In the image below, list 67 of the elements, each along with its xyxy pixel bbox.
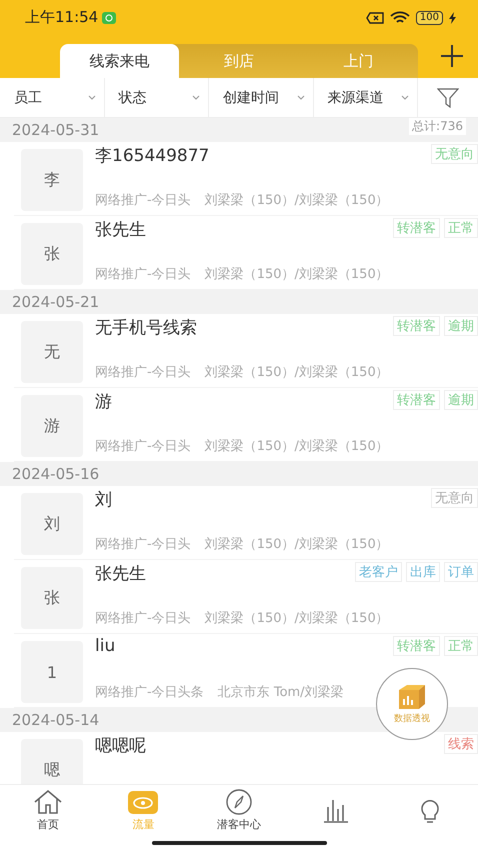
date-header: 2024-05-21 [12, 293, 100, 311]
charging-icon [449, 12, 456, 24]
chevron-down-icon [296, 95, 304, 100]
nav-tab[interactable]: 首页 [0, 785, 96, 835]
status-tag: 逾期 [444, 316, 478, 336]
lead-name[interactable]: 嗯嗯呢 [95, 734, 146, 757]
status-tag: 订单 [444, 562, 478, 582]
box-chart-icon [397, 684, 427, 710]
lead-owner: 刘梁梁（150）/刘梁梁（150） [204, 192, 389, 209]
status-tag: 转潜客 [393, 390, 440, 410]
date-header: 2024-05-16 [12, 465, 100, 483]
status-tag: 逾期 [444, 390, 478, 410]
wifi-icon [390, 10, 410, 24]
avatar: 张 [21, 567, 83, 629]
total-count: 总计:736 [409, 118, 466, 135]
lead-owner: 刘梁梁（150）/刘梁梁（150） [204, 266, 389, 283]
eye-icon [127, 788, 160, 814]
avatar: 无 [21, 321, 83, 383]
tab[interactable]: 线索来电 [60, 44, 180, 78]
no-sim-icon [366, 12, 384, 24]
lead-name[interactable]: 张先生 [95, 562, 146, 585]
avatar: 张 [21, 223, 83, 285]
avatar: 嗯 [21, 739, 83, 784]
plus-icon [440, 44, 464, 68]
lead-name[interactable]: 张先生 [95, 218, 146, 241]
status-time: 上午11:54 [25, 8, 98, 27]
lead-name[interactable]: 刘 [95, 488, 112, 511]
lead-name[interactable]: 游 [95, 390, 112, 413]
date-header: 2024-05-31 [12, 121, 100, 139]
app-notification-icon [102, 12, 116, 24]
battery-level: 100 [416, 10, 443, 24]
lead-source: 网络推广-今日头 [95, 192, 191, 209]
lead-owner: 刘梁梁（150）/刘梁梁（150） [204, 438, 389, 455]
lead-owner: 刘梁梁（150）/刘梁梁（150） [204, 364, 389, 381]
status-tag: 无意向 [431, 488, 478, 508]
lead-source: 网络推广-今日头条 [95, 684, 204, 701]
lead-name[interactable]: 无手机号线索 [95, 316, 197, 339]
status-tag: 线索 [444, 734, 478, 754]
status-tag: 老客户 [355, 562, 402, 582]
nav-tab[interactable]: 潜客中心 [191, 785, 287, 835]
lead-source: 网络推广-今日头 [95, 364, 191, 381]
avatar: 刘 [21, 493, 83, 555]
home-icon [32, 788, 64, 814]
chevron-down-icon [88, 95, 96, 100]
filter-icon [437, 88, 459, 108]
status-tag: 转潜客 [393, 316, 440, 336]
status-tag: 无意向 [431, 144, 478, 164]
lead-owner: 北京市东 Tom/刘梁梁 [218, 684, 344, 701]
lead-source: 网络推广-今日头 [95, 438, 191, 455]
avatar: 李 [21, 149, 83, 211]
lead-owner: 刘梁梁（150）/刘梁梁（150） [204, 610, 389, 627]
status-tag: 正常 [444, 218, 478, 238]
lead-source: 网络推广-今日头 [95, 536, 191, 553]
chevron-down-icon [192, 95, 200, 100]
lead-name[interactable]: liu [95, 636, 116, 656]
lead-source: 网络推广-今日头 [95, 610, 191, 627]
status-tag: 出库 [406, 562, 440, 582]
status-tag: 转潜客 [393, 636, 440, 656]
lead-source: 网络推广-今日头 [95, 266, 191, 283]
status-tag: 转潜客 [393, 218, 440, 238]
status-tag: 正常 [444, 636, 478, 656]
lead-owner: 刘梁梁（150）/刘梁梁（150） [204, 536, 389, 553]
avatar: 1 [21, 641, 83, 703]
chevron-down-icon [401, 95, 409, 100]
avatar: 游 [21, 395, 83, 457]
date-header: 2024-05-14 [12, 711, 100, 729]
lead-name[interactable]: 李165449877 [95, 144, 210, 167]
